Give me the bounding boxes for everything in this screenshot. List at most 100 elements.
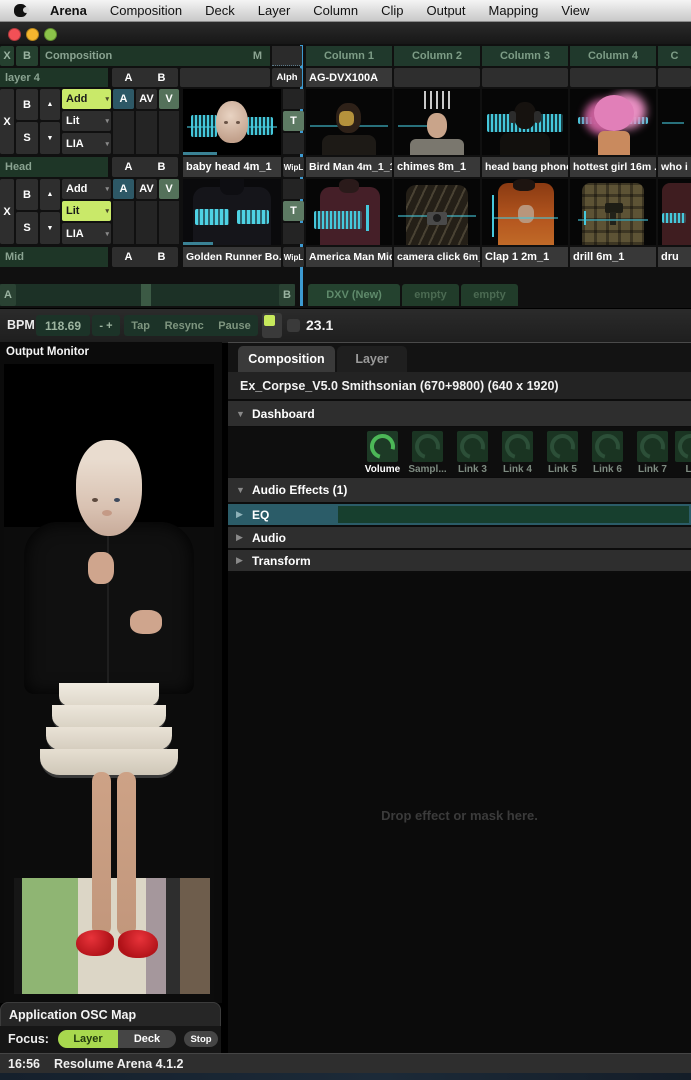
layer4-b[interactable]: B: [158, 72, 166, 84]
clip-name-drill[interactable]: drill 6m_1: [570, 247, 656, 267]
stop-button[interactable]: Stop: [184, 1031, 218, 1047]
layer-head-av-button[interactable]: AV: [136, 89, 157, 109]
zoom-button[interactable]: [44, 28, 57, 41]
audio-effects-header[interactable]: ▼ Audio Effects (1): [228, 478, 691, 502]
clip-thumb-dru[interactable]: [658, 179, 691, 245]
clip-thumb-clap[interactable]: [482, 179, 568, 245]
bpm-dec-inc-buttons[interactable]: - +: [92, 315, 120, 336]
menu-layer[interactable]: Layer: [258, 3, 291, 18]
layer-head-blend-lit[interactable]: Lit▾: [62, 111, 111, 131]
layer-head-wipe-button[interactable]: WipL: [283, 157, 304, 177]
menu-composition[interactable]: Composition: [110, 3, 182, 18]
layer-head-x-button[interactable]: X: [0, 89, 14, 154]
focus-deck-button[interactable]: Deck: [118, 1030, 176, 1048]
layer-head-video-button[interactable]: V: [159, 89, 179, 109]
clip-name-clap[interactable]: Clap 1 2m_1: [482, 247, 568, 267]
metronome-button[interactable]: [262, 313, 282, 338]
focus-layer-button[interactable]: Layer: [58, 1030, 118, 1048]
knob-sample[interactable]: Sampl...: [405, 431, 450, 475]
comp-x-button[interactable]: X: [0, 46, 14, 66]
column-header-4[interactable]: Column 4: [570, 46, 656, 66]
layer4-opacity-slider[interactable]: [180, 68, 270, 87]
layer-mid-active-clip-thumb[interactable]: [183, 179, 281, 245]
eq-drywet-slider[interactable]: [338, 506, 689, 523]
menu-output[interactable]: Output: [426, 3, 465, 18]
clip-thumb-camera-click[interactable]: [394, 179, 480, 245]
layer-head-v-column[interactable]: [159, 111, 179, 154]
pause-button[interactable]: Pause: [218, 320, 250, 332]
layer-head-active-clip-thumb[interactable]: [183, 89, 281, 155]
effect-drop-zone[interactable]: Drop effect or mask here.: [228, 573, 691, 1053]
layer-head-t-button[interactable]: T: [283, 111, 304, 131]
layer-head-transition-empty[interactable]: [283, 133, 304, 154]
clip-name-chimes[interactable]: chimes 8m_1: [394, 157, 480, 177]
expand-triangle-icon[interactable]: ▶: [228, 532, 252, 543]
deck-tab-dxv[interactable]: DXV (New): [308, 284, 400, 306]
knob-link8[interactable]: Li: [675, 431, 691, 475]
clip-thumb-bird-man[interactable]: [306, 89, 392, 155]
collapse-triangle-icon[interactable]: ▼: [228, 409, 252, 419]
knob-link4[interactable]: Link 4: [495, 431, 540, 475]
column-header-2[interactable]: Column 2: [394, 46, 480, 66]
menu-mapping[interactable]: Mapping: [489, 3, 539, 18]
clip-name-who[interactable]: who i: [658, 157, 691, 177]
clip-name-america-man[interactable]: America Man Mid ...: [306, 247, 392, 267]
comp-bypass-button[interactable]: B: [16, 46, 38, 66]
clip-thumb-chimes[interactable]: [394, 89, 480, 155]
clip-name-camera-click[interactable]: camera click 6m_...: [394, 247, 480, 267]
a-label[interactable]: A: [125, 161, 133, 173]
layer-mid-name-bar[interactable]: Mid: [0, 247, 108, 267]
eq-effect-row[interactable]: ▶ EQ: [228, 504, 691, 525]
collapse-triangle-icon[interactable]: ▼: [228, 485, 252, 495]
clip-thumb-head-bang[interactable]: [482, 89, 568, 155]
audio-section-header[interactable]: ▶ Audio: [228, 527, 691, 548]
dashboard-header[interactable]: ▼ Dashboard: [228, 401, 691, 426]
menu-column[interactable]: Column: [313, 3, 358, 18]
layer-mid-blend-add[interactable]: Add▾: [62, 179, 111, 199]
knob-link5[interactable]: Link 5: [540, 431, 585, 475]
menu-clip[interactable]: Clip: [381, 3, 403, 18]
layer-head-ab[interactable]: A B: [112, 157, 178, 177]
layer-mid-transition-empty[interactable]: [283, 179, 304, 199]
resync-button[interactable]: Resync: [165, 320, 204, 332]
layer-mid-v-column[interactable]: [159, 201, 179, 244]
layer-mid-bypass-button[interactable]: B: [16, 179, 38, 210]
clip-thumb-drill[interactable]: [570, 179, 656, 245]
transform-section-header[interactable]: ▶ Transform: [228, 550, 691, 571]
tap-button[interactable]: Tap: [131, 320, 150, 332]
comp-master-slider[interactable]: [272, 46, 302, 66]
layer-mid-down-button[interactable]: ▼: [40, 212, 60, 244]
apple-icon[interactable]: [14, 4, 27, 17]
crossfader-handle[interactable]: [141, 284, 151, 306]
layer-mid-x-button[interactable]: X: [0, 179, 14, 244]
clip-ag-dvx100a[interactable]: AG-DVX100A: [306, 68, 392, 87]
layer4-name-bar[interactable]: layer 4: [0, 68, 108, 87]
layer-mid-solo-button[interactable]: S: [16, 212, 38, 244]
knob-link7[interactable]: Link 7: [630, 431, 675, 475]
crossfader[interactable]: A B: [0, 284, 295, 306]
knob-volume[interactable]: Volume: [360, 431, 405, 475]
b-label[interactable]: B: [158, 161, 166, 173]
clip-slot-empty[interactable]: [570, 68, 656, 87]
layer-head-name-bar[interactable]: Head: [0, 157, 108, 177]
column-header-3[interactable]: Column 3: [482, 46, 568, 66]
clip-slot-empty[interactable]: [482, 68, 568, 87]
clip-name-head-bang[interactable]: head bang phone...: [482, 157, 568, 177]
knob-link3[interactable]: Link 3: [450, 431, 495, 475]
clip-name-bird-man[interactable]: Bird Man 4m_1_1: [306, 157, 392, 177]
layer-mid-video-button[interactable]: V: [159, 179, 179, 199]
b-label[interactable]: B: [158, 251, 166, 263]
menu-arena[interactable]: Arena: [50, 3, 87, 18]
layer-mid-av-column[interactable]: [136, 201, 157, 244]
knob-link6[interactable]: Link 6: [585, 431, 630, 475]
layer-head-clip-name[interactable]: baby head 4m_1: [183, 157, 281, 177]
beat-snap-button[interactable]: [287, 319, 300, 332]
clip-name-dru[interactable]: dru: [658, 247, 691, 267]
layer-mid-wipe-button[interactable]: WipL: [283, 247, 304, 267]
layer-mid-clip-name[interactable]: Golden Runner Bo...: [183, 247, 281, 267]
minimize-button[interactable]: [26, 28, 39, 41]
composition-label-bar[interactable]: Composition M: [40, 46, 270, 66]
deck-tab-empty-2[interactable]: empty: [461, 284, 518, 306]
clip-slot-empty[interactable]: [394, 68, 480, 87]
layer-mid-av-button[interactable]: AV: [136, 179, 157, 199]
